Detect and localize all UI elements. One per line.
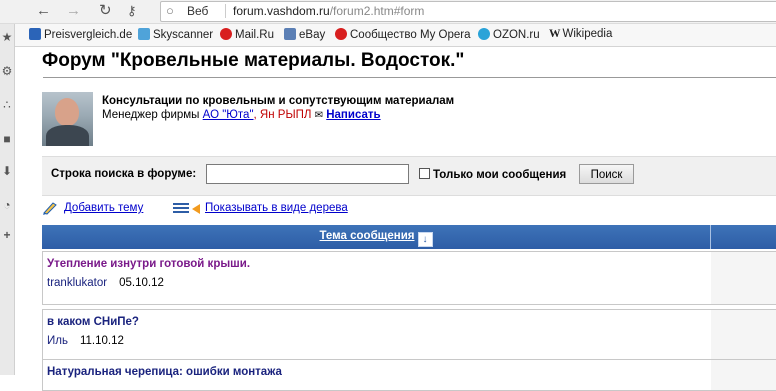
topic-author[interactable]: Иль	[47, 335, 68, 347]
write-link[interactable]: Написать	[326, 109, 380, 121]
url-path: /forum2.htm#form	[329, 4, 425, 18]
bookmark-ozon[interactable]: OZON.ru	[478, 28, 540, 41]
pen-icon	[43, 202, 57, 215]
manager-name: , Ян РЫПЛ	[253, 109, 312, 121]
bookmark-label: OZON.ru	[493, 29, 540, 41]
globe-icon: ○	[166, 3, 174, 18]
page-title: Форум "Кровельные материалы. Водосток."	[42, 50, 465, 71]
bookmark-label: eBay	[299, 29, 326, 41]
ozon-icon	[478, 28, 490, 40]
share-icon[interactable]: ∴	[0, 98, 14, 112]
search-button[interactable]: Поиск	[579, 164, 634, 184]
bookmark-mailru[interactable]: Mail.Ru	[220, 28, 274, 41]
reload-icon[interactable]: ↻	[99, 1, 112, 21]
topic-side-cell	[711, 252, 776, 304]
bookmark-ebay[interactable]: eBay	[284, 28, 325, 41]
search-input[interactable]	[206, 164, 409, 184]
table-row[interactable]: в каком СНиПе? Иль 11.10.12	[42, 309, 776, 363]
settings-gear-icon[interactable]: ⚙	[0, 64, 14, 78]
preisvergleich-icon	[29, 28, 41, 40]
wikipedia-icon: W	[549, 28, 561, 40]
topic-meta: Иль 11.10.12	[47, 335, 124, 347]
topic-link[interactable]: Натуральная черепица: ошибки монтажа	[47, 366, 282, 378]
search-bar: Строка поиска в форуме: Только мои сообщ…	[42, 156, 776, 196]
address-bar[interactable]: ○ Веб forum.vashdom.ru/forum2.htm#form	[160, 1, 776, 22]
bookmarks-bar: Preisvergleich.de Skyscanner Mail.Ru eBa…	[0, 24, 776, 47]
opera-icon	[335, 28, 347, 40]
topic-meta: tranklukator 05.10.12	[47, 277, 164, 289]
consultation-title: Консультации по кровельным и сопутствующ…	[102, 95, 455, 107]
bookmark-skyscanner[interactable]: Skyscanner	[138, 28, 213, 41]
topic-date: 11.10.12	[79, 335, 124, 347]
tree-view-icon	[173, 203, 200, 214]
downloads-icon[interactable]: ⬇	[0, 164, 14, 178]
address-separator	[225, 4, 226, 18]
topic-author[interactable]: tranklukator	[47, 277, 107, 289]
bookmark-label: Сообщество My Opera	[350, 29, 471, 41]
url-domain: forum.vashdom.ru	[233, 4, 330, 18]
opera-icon	[220, 28, 232, 40]
manager-prefix: Менеджер фирмы	[102, 109, 200, 121]
add-topic-link[interactable]: Добавить тему	[64, 202, 143, 214]
skyscanner-icon	[138, 28, 150, 40]
forward-arrow-icon[interactable]: →	[66, 1, 81, 21]
address-web-label: Веб	[187, 4, 209, 18]
topic-side-cell	[711, 310, 776, 362]
sort-down-arrow-icon[interactable]: ↓	[417, 232, 433, 247]
bookmark-label: Preisvergleich.de	[44, 29, 133, 41]
topic-cell: в каком СНиПе? Иль 11.10.12	[42, 310, 712, 362]
bookmark-label: Wikipedia	[562, 28, 613, 40]
bookmark-my-opera[interactable]: Сообщество My Opera	[335, 28, 471, 41]
table-row[interactable]: Утепление изнутри готовой крыши. tranklu…	[42, 251, 776, 305]
title-divider	[43, 77, 776, 78]
search-label: Строка поиска в форуме:	[51, 168, 197, 180]
bookmark-preisvergleich[interactable]: Preisvergleich.de	[29, 28, 132, 41]
history-clock-icon[interactable]: ◔	[0, 198, 14, 212]
topic-side-cell	[711, 360, 776, 390]
notes-icon[interactable]: ■	[0, 132, 14, 146]
table-header: Тема сообщения ↓	[42, 225, 776, 249]
browser-toolbar: ← → ↻ ⚷ ○ Веб forum.vashdom.ru/forum2.ht…	[0, 0, 776, 24]
manager-line: Менеджер фирмы АО "Юта", Ян РЫПЛ ✉ Напис…	[102, 109, 381, 121]
header-topic-cell: Тема сообщения ↓	[42, 225, 711, 249]
table-row[interactable]: Натуральная черепица: ошибки монтажа	[42, 359, 776, 391]
company-link[interactable]: АО "Юта"	[203, 109, 254, 121]
only-mine-checkbox[interactable]: Только мои сообщения	[419, 168, 566, 181]
envelope-icon: ✉	[314, 110, 324, 121]
bookmark-label: Mail.Ru	[235, 29, 274, 41]
checkbox-box[interactable]	[419, 168, 430, 179]
manager-photo	[42, 92, 93, 146]
bookmarks-star-icon[interactable]: ★	[0, 30, 14, 44]
tree-view-link[interactable]: Показывать в виде дерева	[205, 202, 348, 214]
ebay-icon	[284, 28, 296, 40]
topic-cell: Натуральная черепица: ошибки монтажа	[42, 360, 712, 390]
topic-link[interactable]: в каком СНиПе?	[47, 316, 139, 328]
topic-date: 05.10.12	[119, 277, 164, 289]
page-content: Форум "Кровельные материалы. Водосток." …	[15, 47, 776, 391]
bookmark-wikipedia[interactable]: W Wikipedia	[549, 28, 612, 40]
topic-cell: Утепление изнутри готовой крыши. tranklu…	[42, 252, 712, 304]
only-mine-label: Только мои сообщения	[433, 169, 567, 181]
side-panel: ★ ⚙ ∴ ■ ⬇ ◔ +	[0, 24, 15, 375]
key-icon[interactable]: ⚷	[127, 1, 137, 21]
bookmark-label: Skyscanner	[153, 29, 214, 41]
add-panel-plus-icon[interactable]: +	[0, 228, 14, 242]
forum-actions: Добавить тему Показывать в виде дерева	[42, 200, 776, 218]
back-arrow-icon[interactable]: ←	[36, 1, 51, 21]
photo-body	[46, 125, 89, 146]
photo-head	[55, 98, 79, 126]
topic-link[interactable]: Утепление изнутри готовой крыши.	[47, 258, 250, 270]
address-url[interactable]: forum.vashdom.ru/forum2.htm#form	[233, 4, 424, 18]
sort-by-topic-link[interactable]: Тема сообщения	[319, 230, 414, 242]
